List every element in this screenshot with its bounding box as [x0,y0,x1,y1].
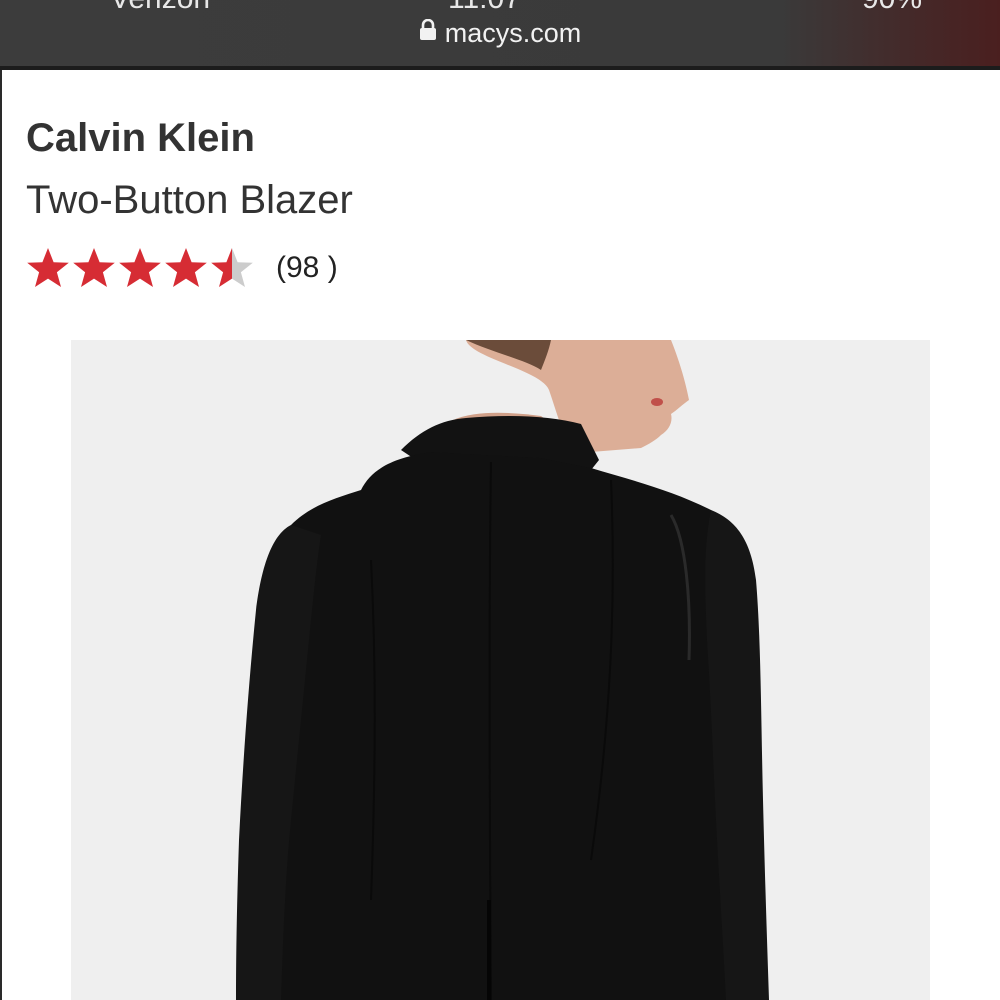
address-bar[interactable]: macys.com [0,15,1000,51]
page-edge [0,70,2,1000]
url-text[interactable]: macys.com [445,18,582,48]
carrier-label: Verizon [110,0,210,16]
star-icon [211,248,253,287]
browser-bar: Verizon 11:07 90% macys.com [0,0,1000,66]
review-count[interactable]: (98 ) [276,251,338,285]
star-icon [165,248,207,287]
lock-icon [419,14,437,50]
brand-name[interactable]: Calvin Klein [26,116,255,161]
clock-label: 11:07 [448,0,521,16]
blazer-photo [71,340,930,1000]
battery-label: 90% [862,0,922,16]
star-icon [27,248,69,287]
rating-row[interactable]: (98 ) [26,246,338,290]
product-title: Two-Button Blazer [26,178,353,222]
product-image[interactable] [71,340,930,1000]
star-icon [73,248,115,287]
star-rating[interactable] [26,247,256,289]
star-icon [119,248,161,287]
